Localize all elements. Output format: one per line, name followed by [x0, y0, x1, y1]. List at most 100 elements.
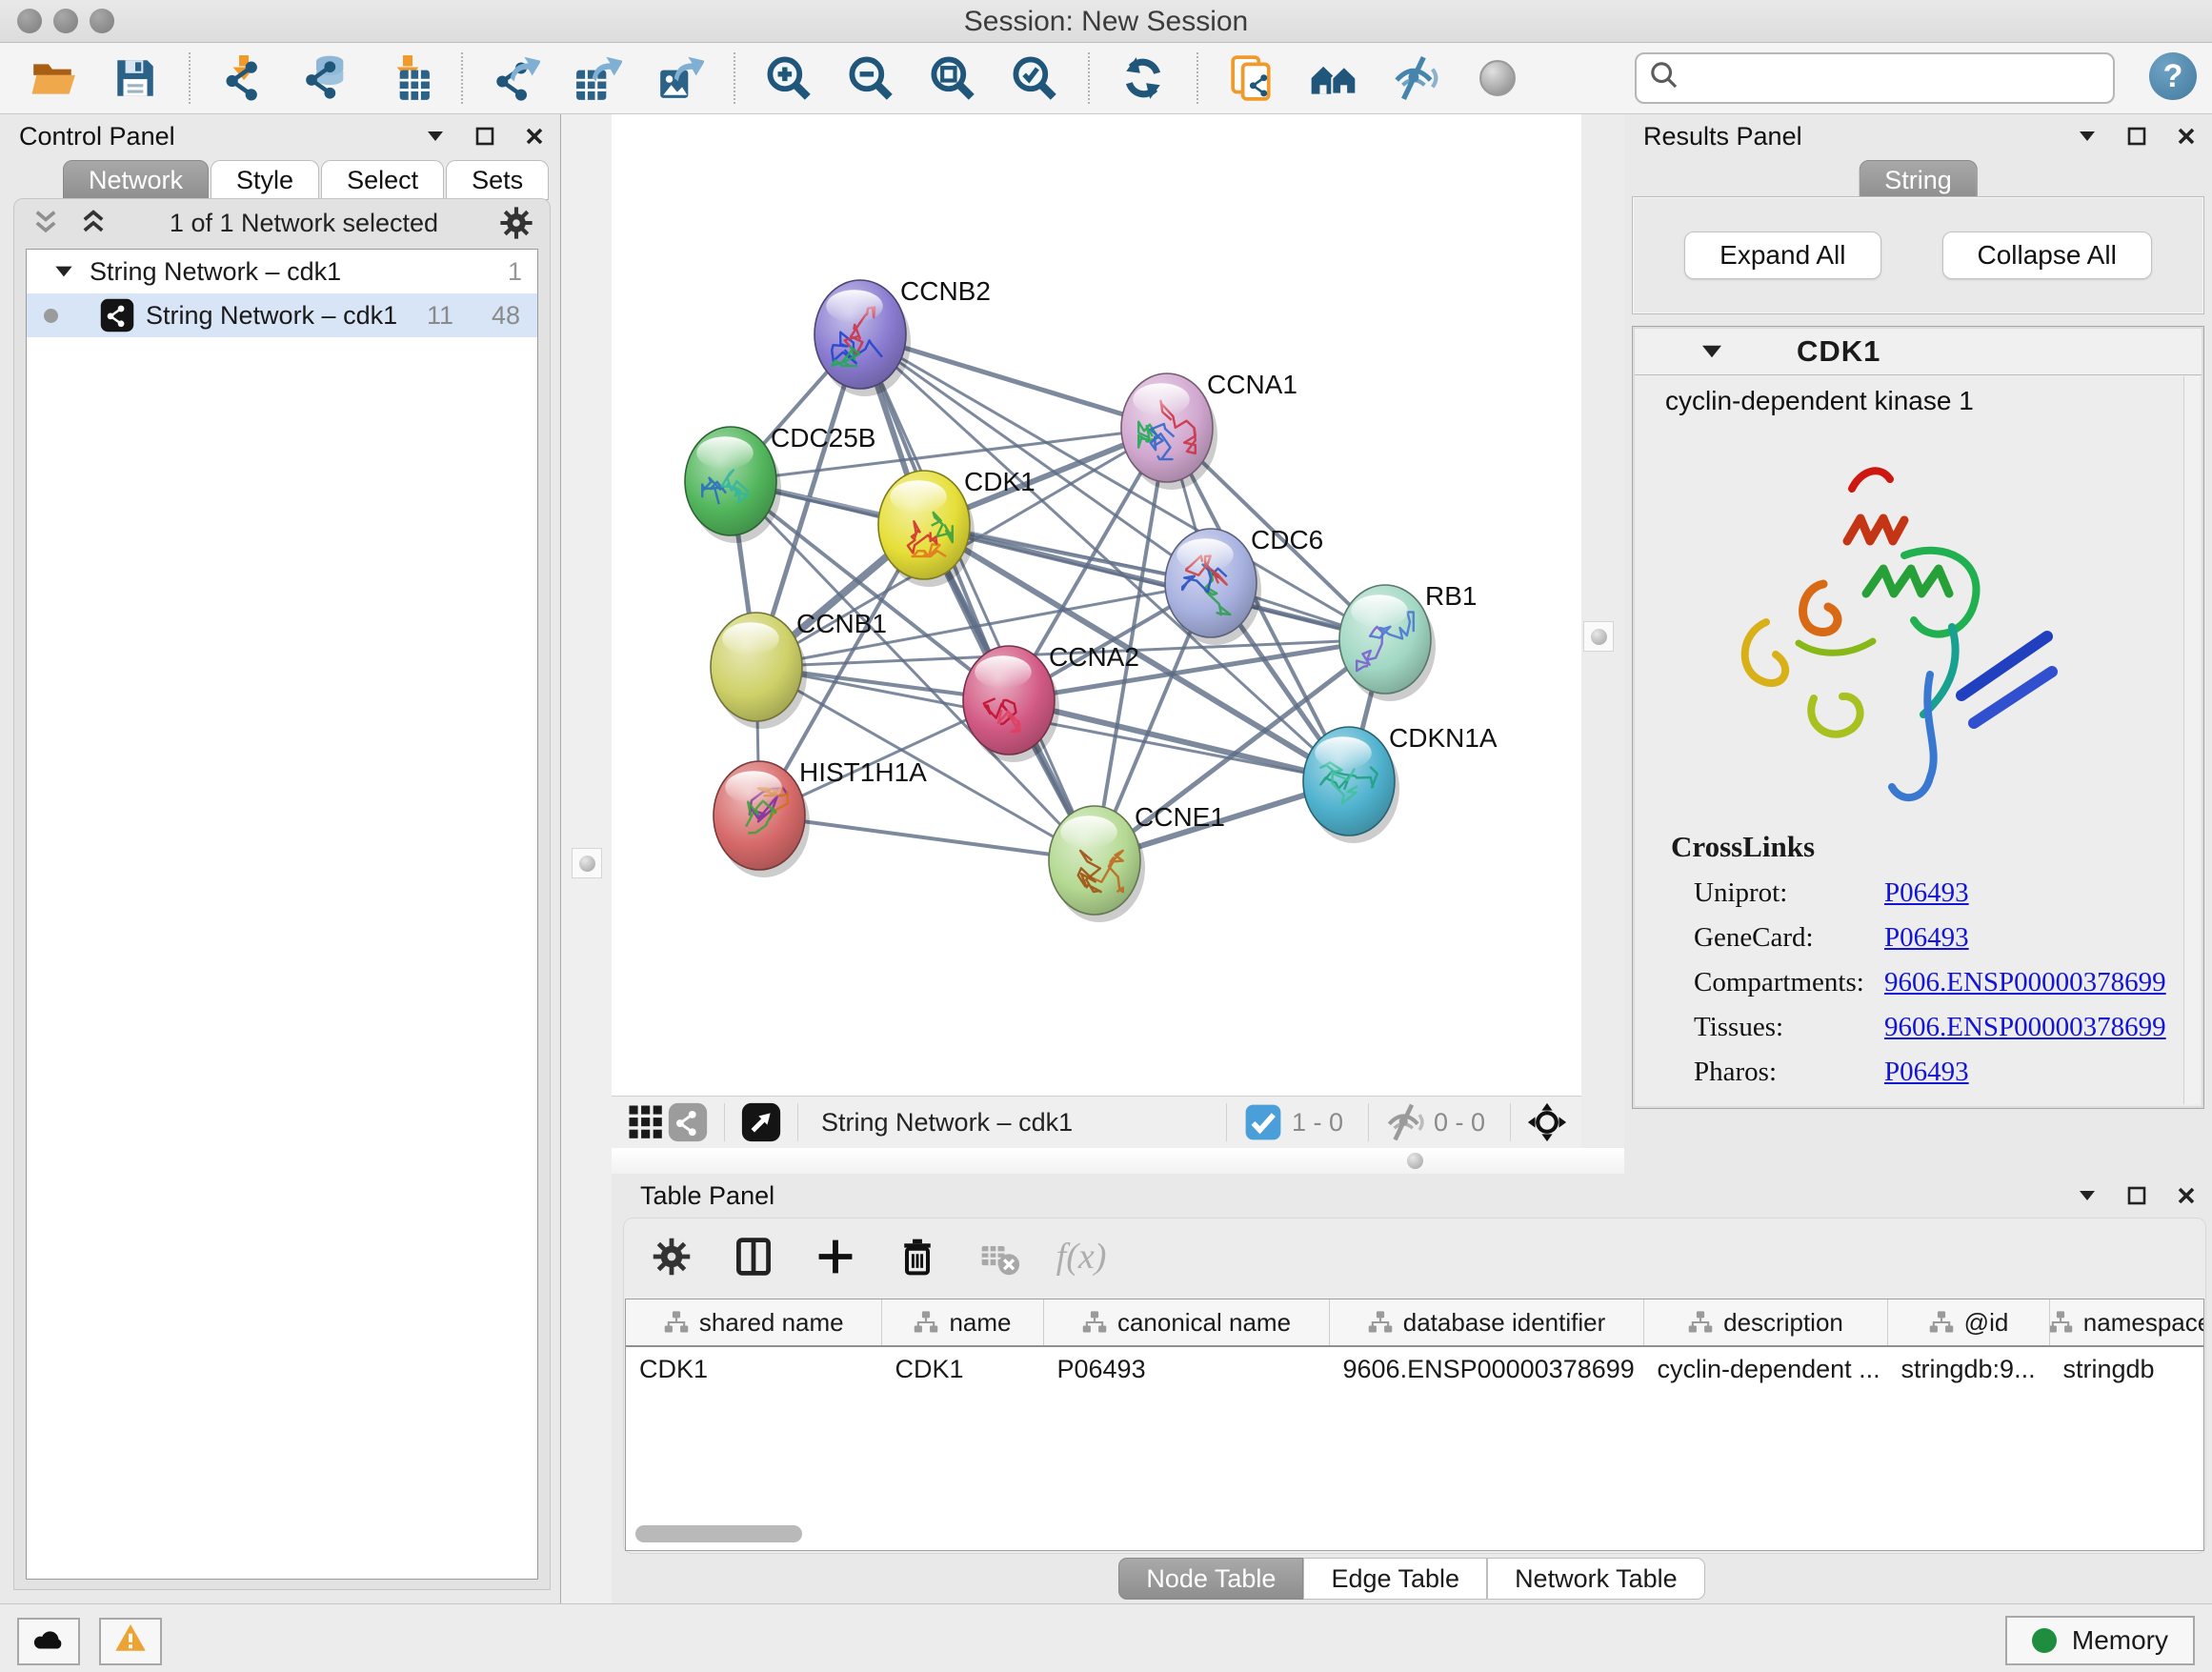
network-view-canvas[interactable]: CCNB2CCNA1CDC25BCDK1CDC6RB1CCNB1CCNA2CDK…: [612, 114, 1581, 1148]
network-tree-root-row[interactable]: String Network – cdk1 1: [27, 250, 537, 293]
zoom-in-icon[interactable]: [764, 53, 814, 103]
collapse-panel-icon[interactable]: [423, 124, 448, 149]
close-panel-icon[interactable]: [2174, 1183, 2199, 1208]
network-node-HIST1H1A[interactable]: HIST1H1A: [714, 757, 927, 877]
network-node-CCNB2[interactable]: CCNB2: [814, 276, 991, 396]
tab-string[interactable]: String: [1859, 160, 1978, 200]
caret-down-icon[interactable]: [51, 259, 76, 284]
crosslink-link[interactable]: 9606.ENSP00000378699: [1884, 1012, 2166, 1043]
table-cell[interactable]: P06493: [1043, 1346, 1329, 1391]
close-panel-icon[interactable]: [2174, 124, 2199, 149]
selected-checkbox-icon[interactable]: [1242, 1101, 1284, 1143]
table-cell[interactable]: stringdb:9...: [1887, 1346, 2049, 1391]
network-node-CDC25B[interactable]: CDC25B: [685, 423, 875, 543]
import-table-icon[interactable]: [383, 53, 432, 103]
network-graph[interactable]: CCNB2CCNA1CDC25BCDK1CDC6RB1CCNB1CCNA2CDK…: [612, 114, 1581, 1096]
collapse-panel-icon[interactable]: [2075, 1183, 2100, 1208]
crosslink-link[interactable]: 9606.ENSP00000378699: [1884, 967, 2166, 998]
splitter-handle[interactable]: [572, 848, 602, 878]
save-session-icon[interactable]: [111, 53, 160, 103]
cloud-button[interactable]: [17, 1618, 80, 1665]
columns-icon[interactable]: [729, 1232, 778, 1281]
collapse-all-button[interactable]: Collapse All: [1942, 232, 2152, 279]
expand-all-button[interactable]: Expand All: [1684, 232, 1880, 279]
node-table[interactable]: shared namenamecanonical namedatabase id…: [625, 1299, 2204, 1551]
table-cell[interactable]: cyclin-dependent ...: [1643, 1346, 1887, 1391]
first-neighbors-icon[interactable]: [1309, 53, 1358, 103]
search-box[interactable]: [1635, 52, 2115, 104]
open-session-icon[interactable]: [29, 53, 78, 103]
zoom-out-icon[interactable]: [846, 53, 895, 103]
tab-network[interactable]: Network: [63, 160, 209, 200]
search-input[interactable]: [1680, 58, 2113, 98]
table-row[interactable]: CDK1CDK1P064939606.ENSP00000378699cyclin…: [626, 1346, 2204, 1391]
table-cell[interactable]: stringdb: [2049, 1346, 2204, 1391]
tab-network-table[interactable]: Network Table: [1487, 1558, 1705, 1600]
import-network-file-icon[interactable]: [219, 53, 269, 103]
show-all-icon[interactable]: [1473, 53, 1522, 103]
network-node-CDK1[interactable]: CDK1: [878, 467, 1036, 587]
refresh-icon[interactable]: [1118, 53, 1168, 103]
network-node-RB1[interactable]: RB1: [1339, 581, 1477, 701]
tab-edge-table[interactable]: Edge Table: [1303, 1558, 1487, 1600]
collapse-all-networks-icon[interactable]: [30, 207, 62, 239]
float-panel-icon[interactable]: [2124, 1183, 2149, 1208]
import-network-database-icon[interactable]: [301, 53, 351, 103]
gear-icon[interactable]: [647, 1232, 696, 1281]
network-node-CCNA1[interactable]: CCNA1: [1121, 370, 1297, 490]
share-view-icon[interactable]: [667, 1101, 709, 1143]
protein-card-header[interactable]: CDK1: [1635, 329, 2202, 375]
splitter-handle[interactable]: [1400, 1146, 1429, 1175]
zoom-fit-icon[interactable]: [928, 53, 977, 103]
column-header[interactable]: name: [881, 1299, 1043, 1346]
hide-selected-icon[interactable]: [1391, 53, 1440, 103]
column-header[interactable]: canonical name: [1043, 1299, 1329, 1346]
add-icon[interactable]: [811, 1232, 860, 1281]
tab-style[interactable]: Style: [211, 160, 319, 200]
column-header[interactable]: namespace: [2049, 1299, 2204, 1346]
zoom-selected-icon[interactable]: [1010, 53, 1059, 103]
table-cell[interactable]: CDK1: [881, 1346, 1043, 1391]
trash-icon[interactable]: [893, 1232, 942, 1281]
table-cell[interactable]: 9606.ENSP00000378699: [1329, 1346, 1643, 1391]
caret-down-icon[interactable]: [1698, 337, 1726, 366]
expand-all-networks-icon[interactable]: [77, 207, 110, 239]
network-node-CDKN1A[interactable]: CDKN1A: [1303, 723, 1498, 843]
column-header[interactable]: @id: [1887, 1299, 2049, 1346]
birdseye-view-icon[interactable]: [740, 1101, 782, 1143]
tab-node-table[interactable]: Node Table: [1118, 1558, 1303, 1600]
export-image-icon[interactable]: [655, 53, 705, 103]
collapse-panel-icon[interactable]: [2075, 124, 2100, 149]
column-header[interactable]: shared name: [626, 1299, 881, 1346]
table-cell[interactable]: CDK1: [626, 1346, 881, 1391]
crosslink-link[interactable]: P06493: [1884, 877, 1969, 909]
warnings-button[interactable]: [99, 1618, 162, 1665]
left-splitter[interactable]: [561, 114, 612, 1603]
grid-view-icon[interactable]: [625, 1101, 667, 1143]
network-options-gear-icon[interactable]: [498, 205, 534, 241]
export-table-icon[interactable]: [573, 53, 623, 103]
help-button[interactable]: ?: [2149, 52, 2197, 100]
network-tree-child-row[interactable]: String Network – cdk1 11 48: [27, 293, 537, 337]
network-node-CCNB1[interactable]: CCNB1: [711, 609, 887, 729]
fit-selected-crosshair-icon[interactable]: [1526, 1101, 1568, 1143]
table-horizontal-scrollbar[interactable]: [635, 1525, 802, 1542]
memory-button[interactable]: Memory: [2005, 1616, 2195, 1665]
right-splitter[interactable]: [1581, 114, 1627, 1174]
network-node-CDC6[interactable]: CDC6: [1165, 525, 1323, 645]
network-edge[interactable]: [1009, 700, 1349, 781]
results-vertical-scrollbar[interactable]: [2183, 376, 2200, 1104]
crosslink-link[interactable]: P06493: [1884, 1057, 1969, 1088]
tab-sets[interactable]: Sets: [446, 160, 549, 200]
clipboard-share-icon[interactable]: [1227, 53, 1277, 103]
float-panel-icon[interactable]: [2124, 124, 2149, 149]
column-header[interactable]: description: [1643, 1299, 1887, 1346]
tab-select[interactable]: Select: [321, 160, 444, 200]
splitter-handle[interactable]: [1583, 621, 1614, 652]
network-node-CCNE1[interactable]: CCNE1: [1049, 802, 1225, 922]
export-network-icon[interactable]: [492, 53, 541, 103]
close-panel-icon[interactable]: [522, 124, 547, 149]
column-header[interactable]: database identifier: [1329, 1299, 1643, 1346]
crosslink-link[interactable]: P06493: [1884, 922, 1969, 954]
float-panel-icon[interactable]: [473, 124, 497, 149]
